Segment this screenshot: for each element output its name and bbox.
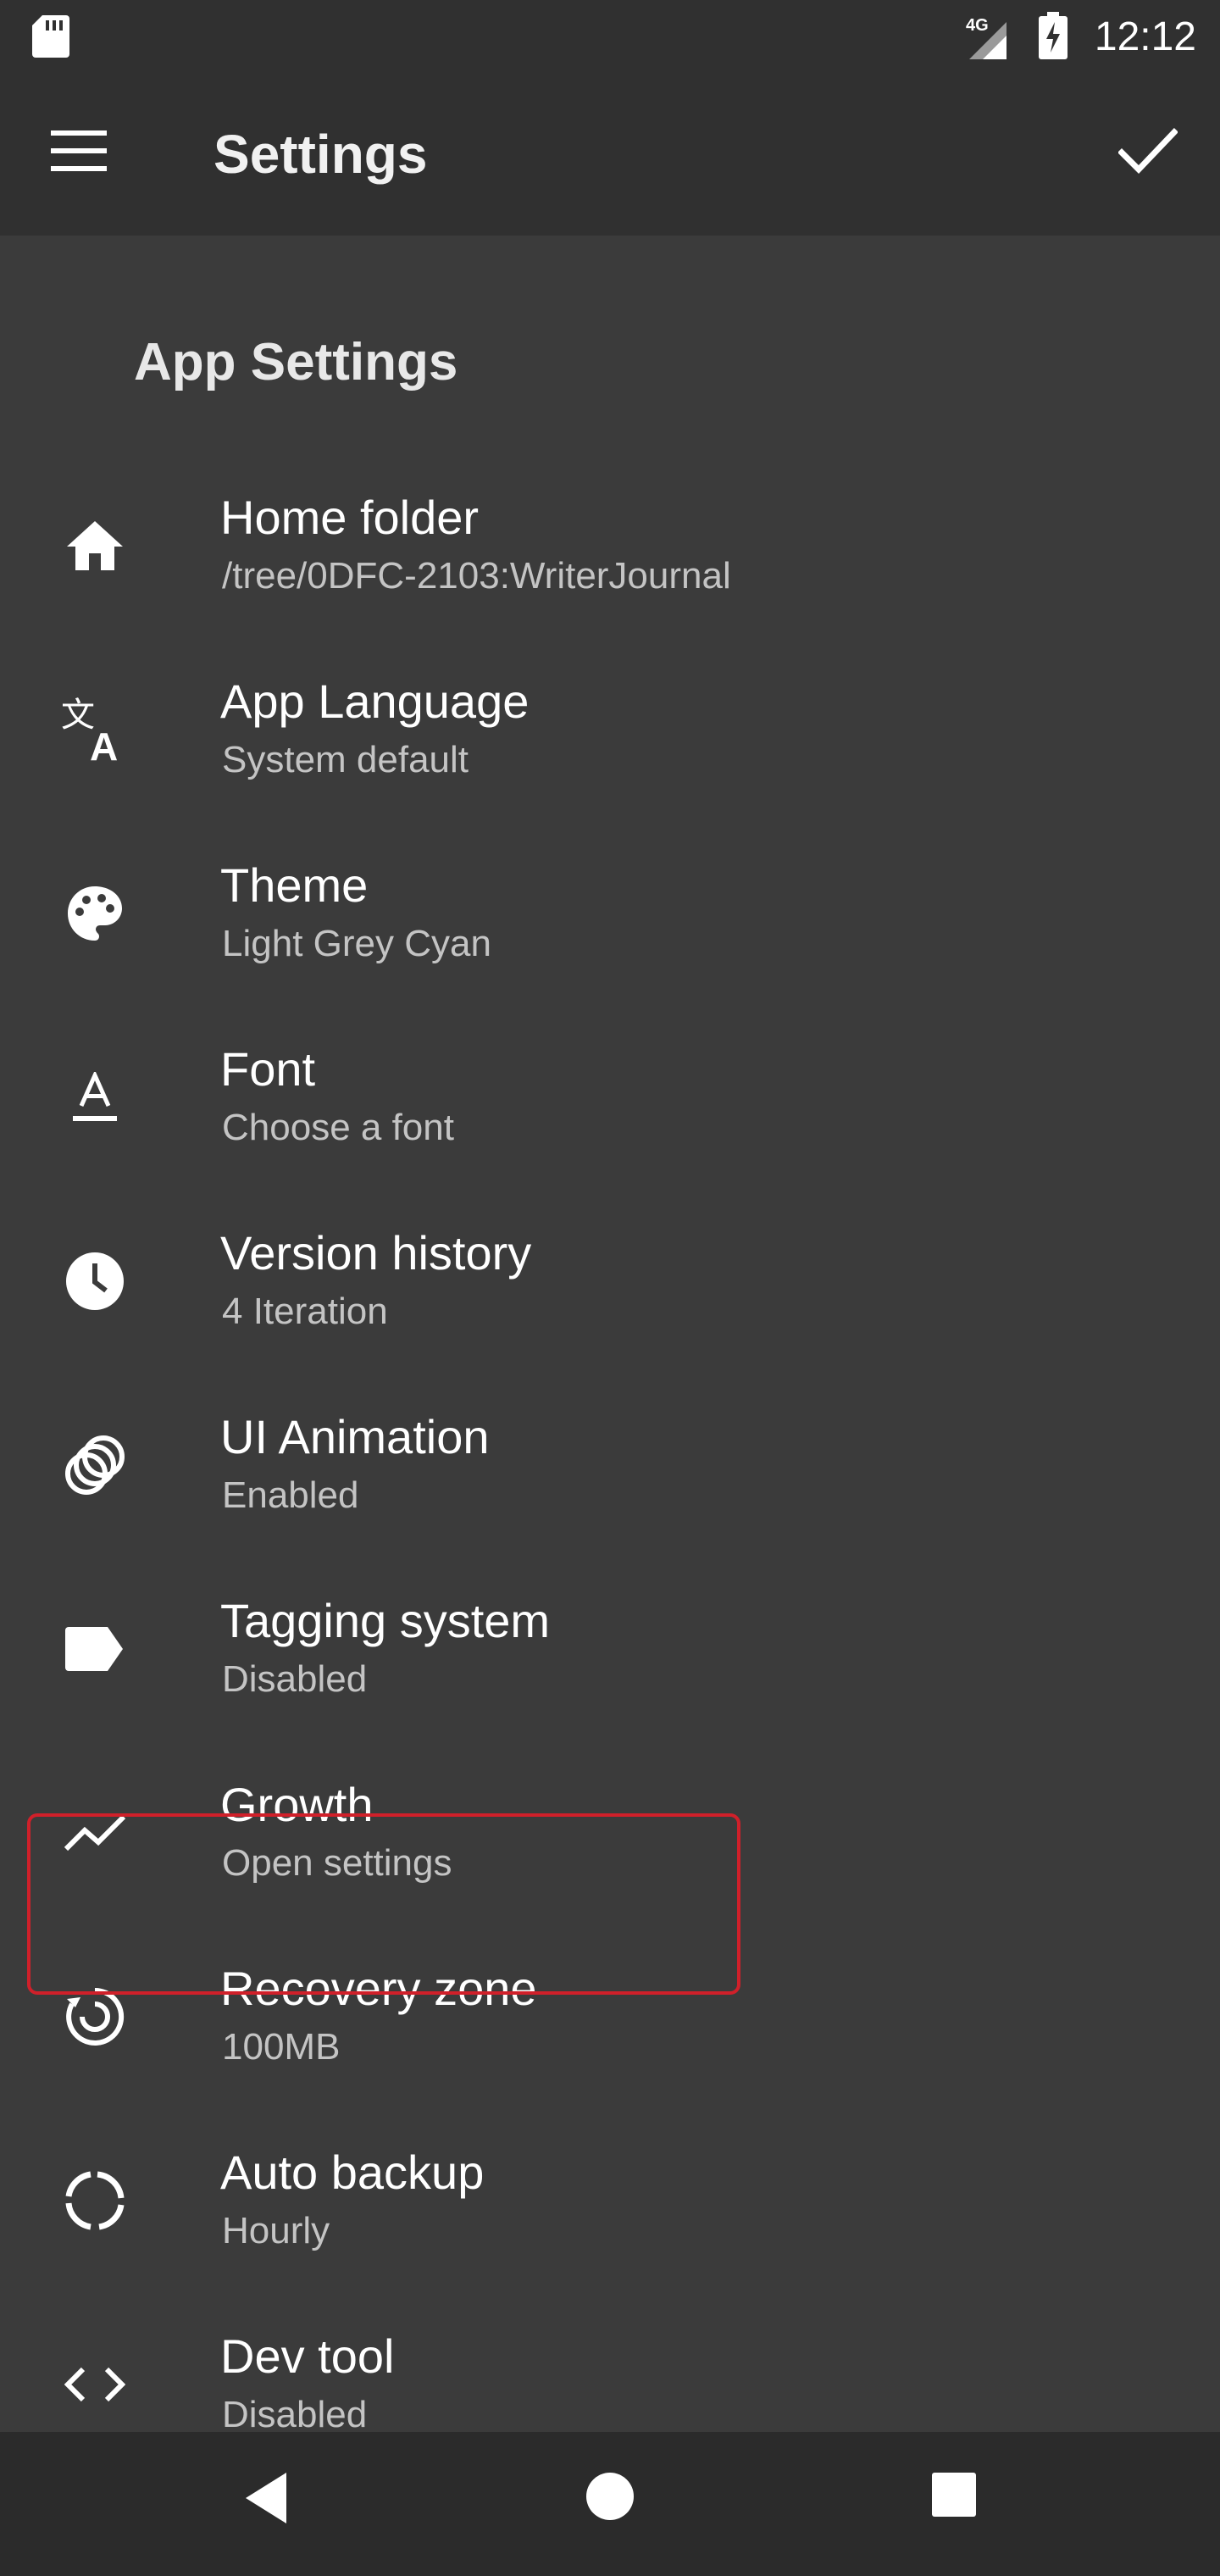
- animation-icon: [61, 1431, 129, 1499]
- palette-icon: [61, 880, 129, 947]
- setting-summary: 4 Iteration: [222, 1291, 388, 1332]
- clock-icon: [61, 1247, 129, 1315]
- settings-list: Home folder /tree/0DFC-2103:WriterJourna…: [0, 469, 1220, 2432]
- setting-font[interactable]: Font Choose a font: [0, 1021, 1220, 1205]
- setting-label: Font: [220, 1042, 316, 1096]
- setting-label: Tagging system: [220, 1594, 551, 1647]
- setting-auto-backup[interactable]: Auto backup Hourly: [0, 2124, 1220, 2308]
- setting-label: Dev tool: [220, 2329, 395, 2383]
- setting-tagging-system[interactable]: Tagging system Disabled: [0, 1573, 1220, 1757]
- tag-icon: [61, 1615, 129, 1683]
- setting-label: Theme: [220, 858, 369, 912]
- network-type: 4G: [966, 16, 989, 35]
- battery-charging-icon: [1039, 12, 1068, 59]
- setting-summary: Choose a font: [222, 1107, 454, 1148]
- setting-ui-animation[interactable]: UI Animation Enabled: [0, 1389, 1220, 1573]
- setting-label: UI Animation: [220, 1410, 490, 1463]
- setting-theme[interactable]: Theme Light Grey Cyan: [0, 837, 1220, 1021]
- setting-summary: Disabled: [222, 2394, 368, 2432]
- setting-summary: Hourly: [222, 2210, 330, 2251]
- setting-app-language[interactable]: 文 A App Language System default: [0, 653, 1220, 837]
- setting-summary: 100MB: [222, 2026, 341, 2068]
- setting-label: Auto backup: [220, 2146, 485, 2199]
- setting-label: App Language: [220, 675, 530, 728]
- system-nav-bar: [0, 2432, 1220, 2576]
- back-icon[interactable]: [242, 2471, 290, 2525]
- signal-icon: 4G: [962, 14, 1013, 61]
- status-bar: 4G 12:12: [0, 0, 1220, 73]
- code-icon: [61, 2351, 129, 2418]
- home-icon: [61, 512, 129, 580]
- backup-progress-icon: [61, 2167, 129, 2235]
- highlight-box: [27, 1813, 740, 1995]
- sd-card-icon: [32, 15, 69, 58]
- setting-summary: Enabled: [222, 1474, 359, 1516]
- setting-summary: Disabled: [222, 1658, 368, 1700]
- setting-home-folder[interactable]: Home folder /tree/0DFC-2103:WriterJourna…: [0, 469, 1220, 653]
- check-icon[interactable]: [1118, 127, 1178, 175]
- setting-summary: Light Grey Cyan: [222, 923, 491, 964]
- setting-summary: /tree/0DFC-2103:WriterJournal: [222, 555, 731, 597]
- translate-icon: 文 A: [61, 696, 129, 763]
- setting-dev-tool[interactable]: Dev tool Disabled: [0, 2308, 1220, 2432]
- svg-text:A: A: [90, 724, 118, 763]
- recents-icon[interactable]: [930, 2471, 978, 2518]
- setting-version-history[interactable]: Version history 4 Iteration: [0, 1205, 1220, 1389]
- settings-content[interactable]: App Settings Home folder /tree/0DFC-2103…: [0, 236, 1220, 2432]
- section-title: App Settings: [134, 333, 458, 391]
- menu-icon[interactable]: [51, 130, 107, 171]
- app-bar: Settings: [0, 73, 1220, 236]
- setting-label: Version history: [220, 1226, 532, 1280]
- status-time: 12:12: [1094, 14, 1196, 59]
- setting-label: Home folder: [220, 491, 480, 544]
- font-icon: [61, 1063, 129, 1131]
- page-title: Settings: [214, 124, 428, 185]
- home-circle-icon[interactable]: [585, 2471, 635, 2522]
- setting-summary: System default: [222, 739, 469, 780]
